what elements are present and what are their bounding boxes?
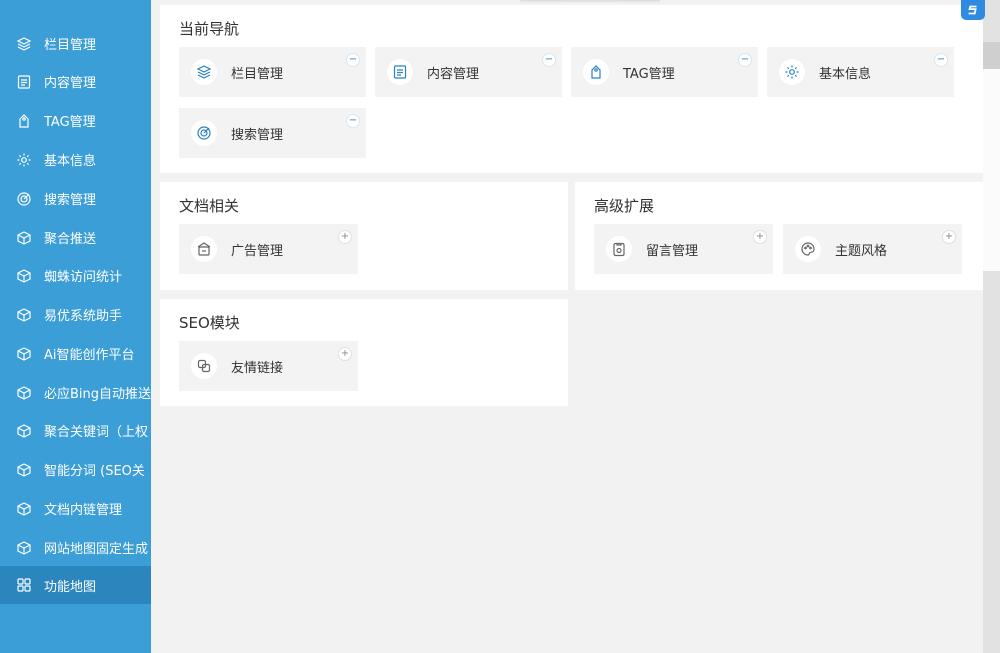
grid-icon: [16, 577, 32, 593]
ad-icon: [191, 236, 217, 262]
background-block: [983, 69, 1000, 271]
target-icon: [191, 120, 217, 146]
remove-nav-button[interactable]: −: [934, 53, 948, 67]
nav-card-search-manage[interactable]: 搜索管理 −: [179, 108, 366, 158]
card-label: TAG管理: [623, 66, 675, 82]
palette-icon: [795, 236, 821, 262]
sidebar-item-search-manage[interactable]: 搜索管理: [0, 179, 151, 218]
background-block: [983, 42, 1000, 69]
add-nav-button[interactable]: +: [338, 230, 352, 244]
card-label: 留言管理: [646, 243, 699, 259]
panel-title: 高级扩展: [594, 197, 655, 215]
tag-icon: [16, 113, 32, 129]
sidebar-item-spider-stats[interactable]: 蜘蛛访问统计: [0, 256, 151, 295]
card-label: 广告管理: [231, 243, 284, 259]
document-icon: [16, 74, 32, 90]
cube-icon: [16, 501, 32, 517]
doc-related-panel: 文档相关 广告管理 +: [160, 182, 568, 290]
add-nav-button[interactable]: +: [338, 347, 352, 361]
sidebar-item-doc-internal-links[interactable]: 文档内链管理: [0, 489, 151, 528]
sidebar-item-ai-platform[interactable]: Ai智能创作平台: [0, 334, 151, 373]
card-label: 内容管理: [427, 66, 480, 82]
remove-nav-button[interactable]: −: [542, 53, 556, 67]
remove-nav-button[interactable]: −: [346, 114, 360, 128]
sidebar-item-label: 网站地图固定生成: [44, 542, 149, 557]
cube-icon: [16, 230, 32, 246]
panel-title: 文档相关: [179, 197, 240, 215]
feature-card-ad-manage[interactable]: 广告管理 +: [179, 224, 358, 274]
nav-card-content-manage[interactable]: 内容管理 −: [375, 47, 562, 97]
sidebar-item-sitemap[interactable]: 网站地图固定生成: [0, 528, 151, 567]
main-content: 当前导航 栏目管理 − 内容管理 − TAG管理 − 基本信息 − 搜索管理 −…: [151, 0, 983, 653]
sidebar-item-label: Ai智能创作平台: [44, 348, 135, 363]
remove-nav-button[interactable]: −: [738, 53, 752, 67]
sidebar-item-label: 聚合关键词（上权: [44, 425, 149, 440]
sidebar-item-label: TAG管理: [44, 115, 96, 130]
sidebar-item-label: 栏目管理: [44, 38, 97, 53]
sidebar-item-label: 蜘蛛访问统计: [44, 270, 123, 285]
cube-icon: [16, 268, 32, 284]
cube-icon: [16, 423, 32, 439]
cube-icon: [16, 462, 32, 478]
add-nav-button[interactable]: +: [753, 230, 767, 244]
sidebar-item-label: 功能地图: [44, 579, 97, 595]
feature-card-friend-links[interactable]: 友情链接 +: [179, 341, 358, 391]
sidebar-item-label: 聚合推送: [44, 232, 97, 247]
panel-title: SEO模块: [179, 314, 240, 332]
gear-icon: [16, 152, 32, 168]
advanced-panel: 高级扩展 留言管理 + 主题风格 +: [575, 182, 983, 290]
sidebar-item-label: 文档内链管理: [44, 503, 123, 518]
sidebar-item-basic-info[interactable]: 基本信息: [0, 140, 151, 179]
cube-icon: [16, 307, 32, 323]
remove-nav-button[interactable]: −: [346, 53, 360, 67]
link-icon: [191, 353, 217, 379]
add-nav-button[interactable]: +: [942, 230, 956, 244]
card-label: 基本信息: [819, 66, 872, 82]
sidebar-item-column-manage[interactable]: 栏目管理: [0, 24, 151, 63]
sidebar-item-label: 易优系统助手: [44, 309, 123, 324]
gear-icon: [779, 59, 805, 85]
cube-icon: [16, 346, 32, 362]
panel-title: 当前导航: [179, 20, 240, 38]
nav-card-basic-info[interactable]: 基本信息 −: [767, 47, 954, 97]
sidebar-item-system-assistant[interactable]: 易优系统助手: [0, 295, 151, 334]
feature-card-message-manage[interactable]: 留言管理 +: [594, 224, 773, 274]
sidebar-item-tag-manage[interactable]: TAG管理: [0, 101, 151, 140]
sidebar-item-label: 智能分词 (SEO关: [44, 464, 145, 479]
sidebar-item-content-manage[interactable]: 内容管理: [0, 62, 151, 101]
sidebar-item-label: 内容管理: [44, 76, 97, 91]
message-icon: [606, 236, 632, 262]
card-label: 友情链接: [231, 360, 284, 376]
sidebar-item-smart-segment[interactable]: 智能分词 (SEO关: [0, 450, 151, 489]
feature-card-theme-style[interactable]: 主题风格 +: [783, 224, 962, 274]
current-nav-panel: 当前导航 栏目管理 − 内容管理 − TAG管理 − 基本信息 − 搜索管理 −: [160, 5, 983, 173]
sidebar: 栏目管理 内容管理 TAG管理 基本信息 搜索管理 聚合推送 蜘蛛访问统计 易优…: [0, 0, 151, 653]
cube-icon: [16, 540, 32, 556]
cube-icon: [16, 385, 32, 401]
sidebar-item-label: 搜索管理: [44, 193, 97, 208]
target-icon: [16, 191, 32, 207]
card-label: 搜索管理: [231, 127, 284, 143]
background-strip: [983, 0, 1000, 653]
app-logo-icon[interactable]: [961, 0, 985, 20]
seo-panel: SEO模块 友情链接 +: [160, 299, 568, 406]
popup-shadow: [520, 0, 660, 4]
sidebar-item-aggregate-keywords[interactable]: 聚合关键词（上权: [0, 411, 151, 450]
layers-icon: [191, 59, 217, 85]
sidebar-item-label: 基本信息: [44, 154, 97, 169]
sidebar-item-bing-push[interactable]: 必应Bing自动推送: [0, 373, 151, 412]
sidebar-item-aggregate-push[interactable]: 聚合推送: [0, 218, 151, 257]
nav-card-column-manage[interactable]: 栏目管理 −: [179, 47, 366, 97]
sidebar-item-function-map[interactable]: 功能地图: [0, 566, 151, 604]
tag-icon: [583, 59, 609, 85]
document-icon: [387, 59, 413, 85]
sidebar-item-label: 必应Bing自动推送: [44, 387, 151, 402]
layers-icon: [16, 36, 32, 52]
nav-card-tag-manage[interactable]: TAG管理 −: [571, 47, 758, 97]
card-label: 栏目管理: [231, 66, 284, 82]
card-label: 主题风格: [835, 243, 888, 259]
